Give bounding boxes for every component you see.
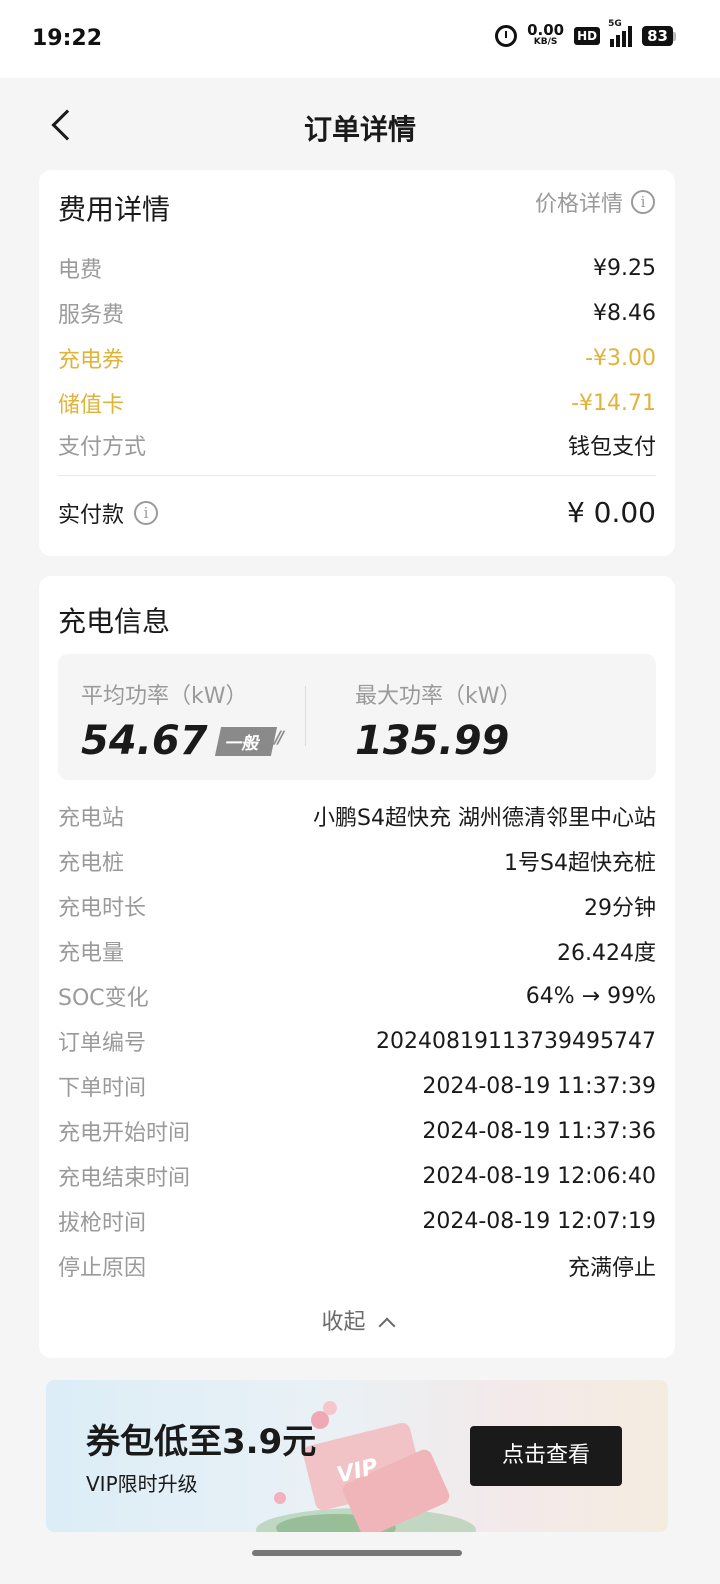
info-row-label: 充电结束时间 [58, 1166, 191, 1191]
paid-amount-label: 实付款 [58, 502, 125, 528]
fee-row-value: -¥14.71 [571, 390, 656, 416]
promo-banner[interactable]: VIP 券包低至3.9元 VIP限时升级 点击查看 [46, 1380, 668, 1532]
price-detail-link[interactable]: 价格详情 i [535, 186, 655, 218]
battery-icon: 83 [642, 26, 676, 46]
hd-icon: HD [574, 27, 601, 45]
info-row-duration: 充电时长 29分钟 [58, 890, 656, 922]
fee-row-label: 支付方式 [58, 435, 147, 460]
info-row-soc: SOC变化 64% → 99% [58, 980, 656, 1012]
paid-amount-label-group: 实付款 i [58, 497, 159, 529]
fee-row-coupon: 充电券 -¥3.00 [58, 342, 656, 374]
net-speed-value: 0.00 [527, 21, 565, 39]
home-indicator[interactable] [252, 1550, 462, 1556]
fee-row-label: 电费 [58, 258, 103, 283]
info-row-label: 充电桩 [58, 851, 125, 876]
info-row-label: 充电站 [58, 806, 125, 831]
price-detail-label: 价格详情 [534, 192, 623, 217]
info-row-value: 2024-08-19 11:37:39 [422, 1073, 656, 1099]
fee-row-value: 钱包支付 [567, 435, 656, 460]
fee-row-value: ¥9.25 [593, 255, 656, 281]
fee-row-label: 储值卡 [58, 393, 125, 418]
chevron-up-icon [378, 1317, 395, 1335]
info-row-label: 充电量 [58, 941, 125, 966]
power-level-badge: 一般 [214, 726, 277, 756]
info-row-value: 充满停止 [567, 1256, 656, 1281]
info-row-order-time: 下单时间 2024-08-19 11:37:39 [58, 1070, 656, 1102]
network-type-label: 5G [608, 19, 622, 29]
avg-power-label: 平均功率（kW） [81, 684, 248, 709]
info-icon: i [631, 190, 655, 214]
fee-row-stored-card: 储值卡 -¥14.71 [58, 387, 656, 419]
info-row-label: 停止原因 [58, 1256, 147, 1281]
info-row-order-id: 订单编号 20240819113739495747 [58, 1025, 656, 1057]
net-speed: 0.00 KB/S [527, 21, 565, 48]
info-row-pile: 充电桩 1号S4超快充桩 [58, 845, 656, 877]
status-time: 19:22 [32, 26, 103, 51]
fee-row-value: ¥8.46 [593, 300, 656, 326]
info-row-label: 下单时间 [58, 1076, 147, 1101]
power-separator [305, 686, 306, 746]
status-icons: 0.00 KB/S HD 5G 83 [495, 19, 676, 48]
info-row-value: 小鹏S4超快充 湖州德清邻里中心站 [313, 806, 656, 831]
battery-level: 83 [642, 26, 673, 46]
banner-subtitle: VIP限时升级 [86, 1472, 198, 1496]
info-row-unplug-time: 拔枪时间 2024-08-19 12:07:19 [58, 1205, 656, 1237]
info-row-station: 充电站 小鹏S4超快充 湖州德清邻里中心站 [58, 800, 656, 832]
info-row-value: 29分钟 [584, 896, 656, 921]
info-row-stop-reason: 停止原因 充满停止 [58, 1250, 656, 1282]
fee-divider [58, 475, 656, 476]
collapse-button[interactable]: 收起 [39, 1304, 675, 1336]
info-row-value: 20240819113739495747 [376, 1028, 656, 1054]
fee-row-electricity: 电费 ¥9.25 [58, 252, 656, 284]
fee-row-service: 服务费 ¥8.46 [58, 297, 656, 329]
avg-power-value: 54.67 [81, 718, 208, 764]
charge-info-title: 充电信息 [58, 605, 171, 638]
avg-power: 平均功率（kW） 54.67 一般 [81, 678, 277, 764]
info-row-label: 拔枪时间 [58, 1211, 147, 1236]
max-power-label: 最大功率（kW） [355, 684, 522, 709]
info-row-value: 2024-08-19 11:37:36 [422, 1118, 656, 1144]
info-row-end-time: 充电结束时间 2024-08-19 12:06:40 [58, 1160, 656, 1192]
alarm-icon [495, 25, 518, 47]
power-summary: 平均功率（kW） 54.67 一般 最大功率（kW） 135.99 [58, 654, 656, 780]
info-row-label: 充电开始时间 [58, 1121, 191, 1146]
fee-title: 费用详情 [58, 193, 171, 226]
max-power: 最大功率（kW） 135.99 [355, 678, 522, 764]
info-row-value: 2024-08-19 12:07:19 [422, 1208, 656, 1234]
info-row-value: 2024-08-19 12:06:40 [422, 1163, 656, 1189]
signal-icon: 5G [608, 19, 633, 47]
info-row-label: SOC变化 [58, 986, 149, 1011]
page-title: 订单详情 [303, 113, 416, 146]
paid-amount-row: 实付款 i ¥ 0.00 [58, 496, 656, 529]
fee-card: 费用详情 价格详情 i 电费 ¥9.25 服务费 ¥8.46 充电券 -¥3.0… [39, 170, 675, 556]
nav-bar: 订单详情 [0, 78, 720, 170]
avg-power-value-group: 54.67 一般 [81, 718, 277, 764]
fee-row-value: -¥3.00 [585, 345, 656, 371]
fee-row-label: 服务费 [58, 303, 125, 328]
fee-row-label: 充电券 [58, 348, 125, 373]
info-row-label: 充电时长 [58, 896, 147, 921]
max-power-value: 135.99 [355, 718, 510, 764]
info-row-start-time: 充电开始时间 2024-08-19 11:37:36 [58, 1115, 656, 1147]
info-row-label: 订单编号 [58, 1031, 147, 1056]
banner-title: 券包低至3.9元 [86, 1422, 317, 1462]
fee-row-payment-method: 支付方式 钱包支付 [58, 429, 656, 461]
paid-amount-value: ¥ 0.00 [566, 496, 656, 529]
charge-info-card: 充电信息 平均功率（kW） 54.67 一般 最大功率（kW） 135.99 充… [39, 576, 675, 1358]
view-details-button[interactable]: 点击查看 [470, 1426, 622, 1486]
info-row-energy: 充电量 26.424度 [58, 935, 656, 967]
collapse-label: 收起 [321, 1310, 366, 1335]
info-row-value: 1号S4超快充桩 [504, 851, 656, 876]
info-row-value: 26.424度 [557, 941, 656, 966]
info-icon[interactable]: i [134, 500, 159, 525]
info-row-value: 64% → 99% [525, 983, 656, 1009]
status-bar: 19:22 0.00 KB/S HD 5G 83 [0, 0, 720, 78]
